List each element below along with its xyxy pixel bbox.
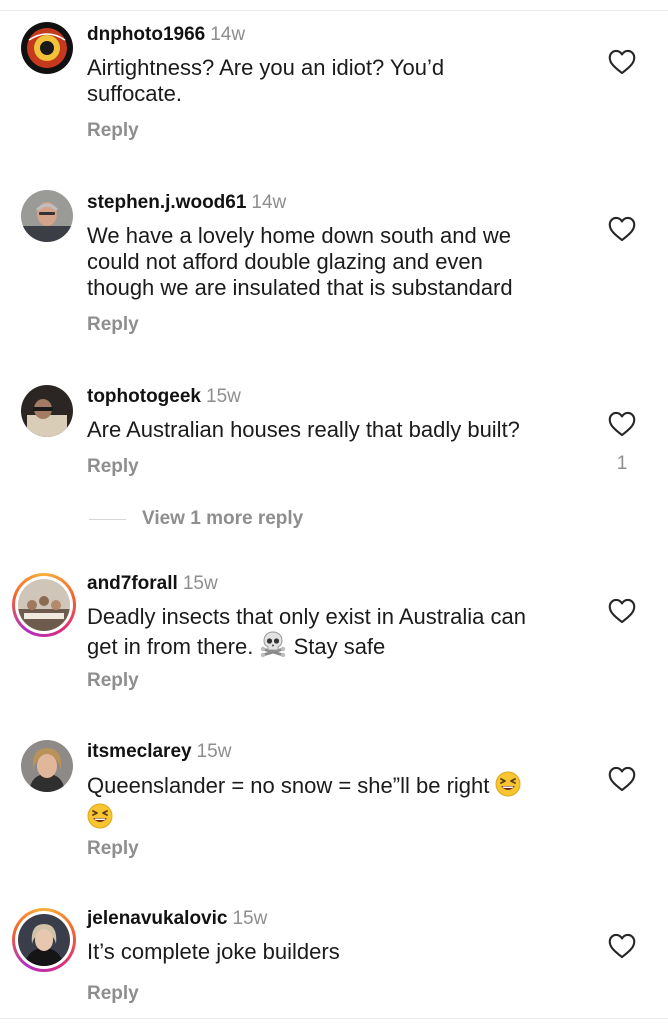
timestamp: 14w [210, 24, 246, 45]
comment-line: Are Australian houses really that badly … [87, 417, 520, 442]
comment-line: We have a lovely home down south and we [87, 223, 511, 248]
avatar[interactable] [21, 385, 73, 437]
comment-line-with-emoji: get in from there. Stay safe [87, 630, 577, 664]
reply-button[interactable]: Reply [87, 838, 139, 860]
username[interactable]: stephen.j.wood61 [87, 192, 246, 213]
comment-text: Deadly insects that only exist in Austra… [87, 604, 577, 664]
comment-text: We have a lovely home down south and we … [87, 223, 577, 301]
comment-line: Airtightness? Are you an idiot? You’d [87, 55, 445, 80]
heart-outline-icon[interactable] [608, 766, 636, 792]
heart-outline-icon[interactable] [608, 933, 636, 959]
username[interactable]: tophotogeek [87, 386, 201, 407]
heart-outline-icon[interactable] [608, 216, 636, 242]
avatar-photo [18, 914, 70, 966]
comment-meta: and7forall 15w [87, 572, 218, 596]
comment-line-with-emoji: Queenslander = no snow = she”ll be right [87, 771, 577, 803]
bottom-divider [0, 1018, 668, 1019]
story-ring [15, 576, 73, 634]
like-count[interactable]: 1 [615, 453, 629, 475]
avatar[interactable] [21, 22, 73, 74]
avatar[interactable] [21, 190, 73, 242]
reply-button[interactable]: Reply [87, 120, 139, 142]
comment-line: though we are insulated that is substand… [87, 275, 513, 300]
username[interactable]: dnphoto1966 [87, 24, 205, 45]
timestamp: 15w [206, 386, 241, 407]
comment-line: Stay safe [293, 634, 386, 659]
top-divider [0, 10, 668, 11]
timestamp: 15w [232, 908, 268, 929]
comment-meta: stephen.j.wood61 14w [87, 191, 286, 215]
view-more-replies[interactable]: View 1 more reply [89, 506, 303, 532]
comment-line: suffocate. [87, 81, 182, 106]
timestamp: 14w [251, 192, 287, 213]
reply-button[interactable]: Reply [87, 983, 139, 1005]
avatar[interactable] [12, 573, 76, 637]
comment-line: Queenslander = no snow = she”ll be right [87, 773, 490, 798]
view-more-label[interactable]: View 1 more reply [142, 508, 303, 530]
avatar[interactable] [12, 908, 76, 972]
comment-text: Are Australian houses really that badly … [87, 417, 577, 443]
divider-line [89, 518, 126, 520]
reply-button[interactable]: Reply [87, 314, 139, 336]
username[interactable]: itsmeclarey [87, 741, 192, 762]
grinning-squinting-face-icon [495, 771, 521, 803]
comment-line-emoji-only [87, 803, 577, 835]
comment-line: get in from there. [87, 634, 254, 659]
grinning-squinting-face-icon [87, 803, 113, 835]
comment-meta: itsmeclarey 15w [87, 740, 231, 764]
comment-meta: dnphoto1966 14w [87, 23, 245, 47]
username[interactable]: jelenavukalovic [87, 908, 227, 929]
heart-outline-icon[interactable] [608, 49, 636, 75]
comment-line: Deadly insects that only exist in Austra… [87, 604, 527, 629]
comment-line: It’s complete joke builders [87, 939, 340, 964]
avatar[interactable] [21, 740, 73, 792]
comment-line: could not afford double glazing and even [87, 249, 483, 274]
reply-button[interactable]: Reply [87, 670, 139, 692]
comment-text: Queenslander = no snow = she”ll be right [87, 771, 577, 835]
story-ring [15, 911, 73, 969]
comment-text: Airtightness? Are you an idiot? You’d su… [87, 55, 577, 107]
username[interactable]: and7forall [87, 573, 178, 594]
timestamp: 15w [182, 573, 218, 594]
avatar-photo [18, 579, 70, 631]
heart-outline-icon[interactable] [608, 411, 636, 437]
reply-button[interactable]: Reply [87, 456, 139, 478]
heart-outline-icon[interactable] [608, 598, 636, 624]
comment-meta: tophotogeek 15w [87, 385, 241, 409]
timestamp: 15w [196, 741, 232, 762]
comment-meta: jelenavukalovic 15w [87, 907, 267, 931]
comment-text: It’s complete joke builders [87, 939, 577, 965]
skull-and-crossbones-icon [259, 630, 287, 664]
